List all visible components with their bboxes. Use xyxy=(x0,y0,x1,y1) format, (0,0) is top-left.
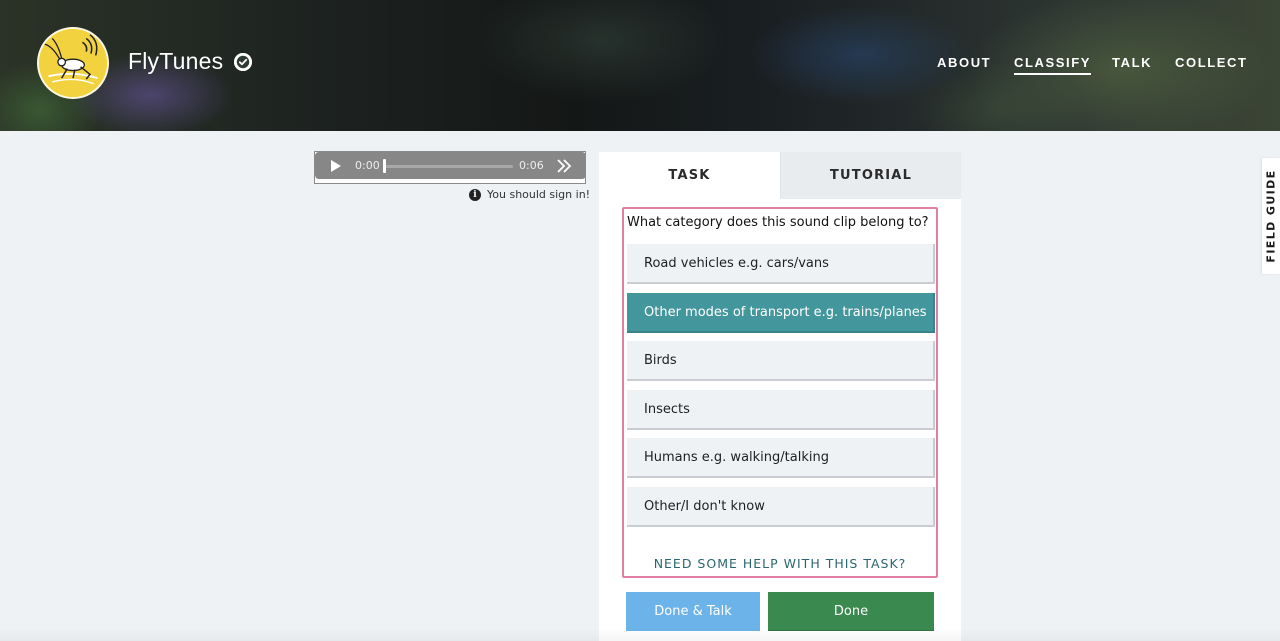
signin-note-text: You should sign in! xyxy=(487,188,591,201)
subject-viewer: 0:00 0:06 xyxy=(314,151,586,184)
nav-talk[interactable]: TALK xyxy=(1112,55,1152,70)
task-panel: TASK TUTORIAL What category does this so… xyxy=(599,152,961,641)
info-icon: i xyxy=(469,188,481,201)
project-nav: ABOUT CLASSIFY TALK COLLECT xyxy=(0,55,1280,79)
answer-other-transport[interactable]: Other modes of transport e.g. trains/pla… xyxy=(627,293,935,333)
field-guide-label: FIELD GUIDE xyxy=(1264,169,1278,263)
page-bottom-shadow xyxy=(0,628,1280,641)
task-tabs: TASK TUTORIAL xyxy=(599,152,961,199)
tab-task[interactable]: TASK xyxy=(599,152,780,199)
play-icon[interactable] xyxy=(330,160,342,172)
field-guide-tab[interactable]: FIELD GUIDE xyxy=(1262,158,1280,274)
question-area: What category does this sound clip belon… xyxy=(622,207,938,578)
done-and-talk-button[interactable]: Done & Talk xyxy=(626,592,760,631)
answer-humans[interactable]: Humans e.g. walking/talking xyxy=(627,438,935,478)
audio-player: 0:00 0:06 xyxy=(315,152,586,179)
answer-birds[interactable]: Birds xyxy=(627,341,935,381)
signin-note: i You should sign in! xyxy=(469,188,590,201)
nav-about[interactable]: ABOUT xyxy=(937,55,991,70)
duration: 0:06 xyxy=(519,159,544,172)
audio-scrubber[interactable] xyxy=(385,165,513,168)
answer-other-unknown[interactable]: Other/I don't know xyxy=(627,487,935,527)
answer-insects[interactable]: Insects xyxy=(627,390,935,430)
answer-road-vehicles[interactable]: Road vehicles e.g. cars/vans xyxy=(627,244,935,284)
done-button[interactable]: Done xyxy=(768,592,934,631)
tab-tutorial[interactable]: TUTORIAL xyxy=(780,152,961,199)
fast-forward-icon[interactable] xyxy=(556,159,572,173)
project-header: FlyTunes ABOUT CLASSIFY TALK COLLECT xyxy=(0,0,1280,131)
question-text: What category does this sound clip belon… xyxy=(627,215,929,230)
current-time: 0:00 xyxy=(355,159,380,172)
nav-collect[interactable]: COLLECT xyxy=(1175,55,1248,70)
task-help-link[interactable]: NEED SOME HELP WITH THIS TASK? xyxy=(624,556,936,571)
nav-classify[interactable]: CLASSIFY xyxy=(1014,55,1092,75)
audio-scrubber-handle[interactable] xyxy=(383,159,386,173)
